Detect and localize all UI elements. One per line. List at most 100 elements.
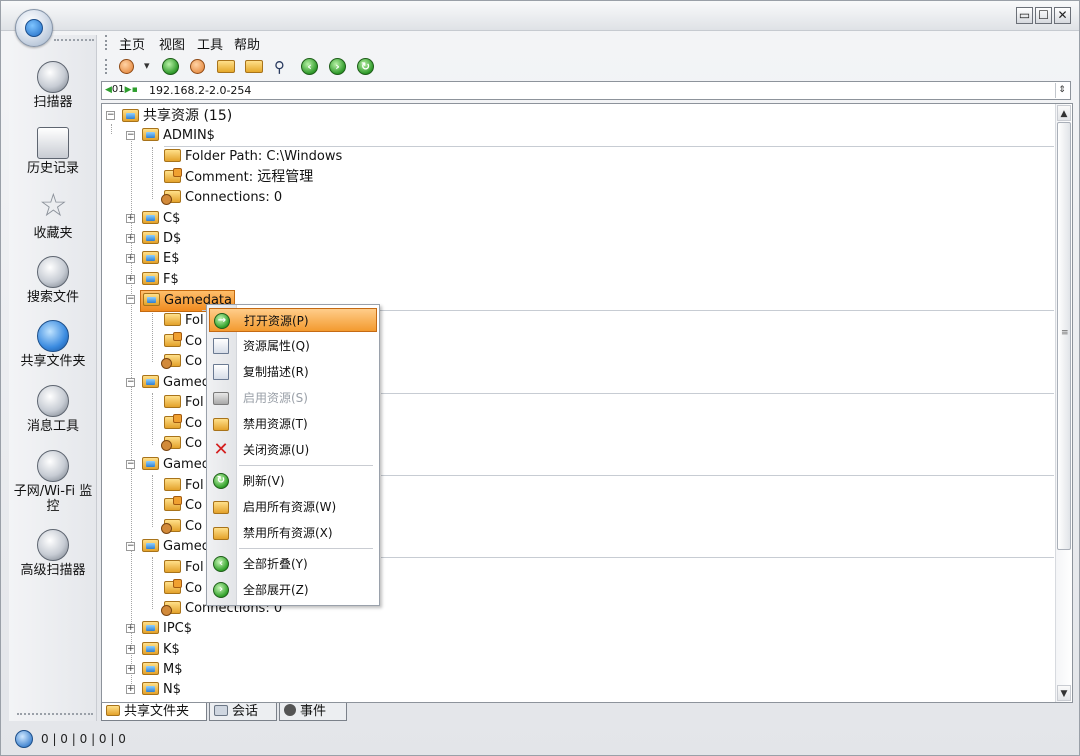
tree-leaf[interactable]: Comment: 远程管理 (164, 167, 313, 187)
expand-toggle[interactable]: + (126, 624, 135, 633)
tree-leaf[interactable]: Co (161, 517, 203, 537)
leaf-text: Co (185, 519, 203, 534)
tree-leaf[interactable]: Fol (164, 393, 204, 413)
sidebar-item-scanner[interactable]: 扫描器 (9, 61, 97, 110)
ctx-close-resource[interactable]: ✕ 关闭资源(U) (209, 438, 377, 462)
menu-home[interactable]: 主页 (119, 34, 145, 53)
address-input[interactable]: 192.168.2-2.0-254 (149, 84, 251, 97)
open-resource-icon: → (214, 313, 230, 329)
tree-leaf[interactable]: Co (164, 579, 202, 599)
address-bar[interactable]: ◀01▶▪ 192.168.2-2.0-254 ⇕ (101, 81, 1071, 100)
maximize-button[interactable]: ☐ (1035, 7, 1052, 24)
menu-help[interactable]: 帮助 (234, 34, 260, 53)
tree-leaf[interactable]: Fol (164, 311, 204, 331)
users-button[interactable] (188, 57, 207, 76)
refresh-icon: ↻ (213, 473, 229, 489)
subnet-monitor-icon (37, 450, 69, 482)
tree-leaf[interactable]: Co (161, 434, 202, 454)
collapse-toggle[interactable]: − (126, 460, 135, 469)
refresh-button[interactable] (161, 57, 180, 76)
expand-toggle[interactable]: + (126, 214, 135, 223)
menubar-grip[interactable] (105, 35, 108, 50)
connections-text: Connections: 0 (185, 190, 283, 205)
collapse-toggle[interactable]: − (126, 378, 135, 387)
scroll-thumb[interactable]: ≡ (1057, 122, 1071, 550)
sidebar-item-message-tool[interactable]: 消息工具 (9, 385, 97, 434)
tree-leaf[interactable]: Connections: 0 (161, 188, 283, 208)
tree-leaf[interactable]: Co (164, 496, 202, 516)
expand-toggle[interactable]: + (126, 645, 135, 654)
collapse-toggle[interactable]: − (126, 131, 135, 140)
open-folder-button[interactable] (216, 57, 235, 76)
title-bar: ▭ ☐ ✕ (1, 1, 1079, 31)
toolbar-grip[interactable] (105, 59, 108, 74)
scan-button[interactable] (117, 57, 136, 76)
sidebar-item-subnet-monitor[interactable]: 子网/Wi-Fi 监控 (9, 450, 97, 514)
scan-dropdown-arrow[interactable]: ▾ (144, 59, 150, 72)
ctx-collapse-all[interactable]: ‹ 全部折叠(Y) (209, 552, 377, 576)
tab-label: 事件 (300, 704, 327, 719)
ctx-item-label: 全部折叠(Y) (243, 557, 308, 571)
tree-root-label: 共享资源 (15) (143, 108, 233, 124)
vertical-scrollbar[interactable]: ▲ ≡ ▼ (1055, 104, 1072, 702)
forward-icon: › (329, 58, 346, 75)
sidebar-item-advanced-scanner[interactable]: 高级扫描器 (9, 529, 97, 578)
expand-toggle[interactable]: + (126, 685, 135, 694)
back-icon: ‹ (301, 58, 318, 75)
scroll-up-button[interactable]: ▲ (1057, 105, 1071, 121)
status-counts: 0 | 0 | 0 | 0 | 0 (41, 732, 126, 746)
close-resource-icon: ✕ (213, 439, 229, 460)
sidebar-item-shared-folders[interactable]: 共享文件夹 (9, 320, 97, 369)
properties-icon (213, 338, 229, 354)
search-button[interactable]: ⚲ (272, 57, 291, 76)
tree-leaf[interactable]: Fol (164, 558, 204, 578)
ctx-item-label: 全部展开(Z) (243, 583, 309, 597)
scan-icon (119, 59, 134, 74)
sidebar-item-favorites[interactable]: 收藏夹 (9, 186, 97, 241)
tab-shared-folders[interactable]: 共享文件夹 (101, 703, 207, 721)
tree-leaf[interactable]: Co (161, 352, 202, 372)
folder-path-icon (164, 149, 181, 162)
share-name: C$ (163, 211, 181, 226)
share-folder-icon (245, 60, 263, 73)
share-folder-button[interactable] (244, 57, 263, 76)
ctx-refresh[interactable]: ↻ 刷新(V) (209, 469, 377, 493)
reload-button[interactable]: ↻ (356, 57, 375, 76)
minimize-button[interactable]: ▭ (1016, 7, 1033, 24)
close-button[interactable]: ✕ (1054, 7, 1071, 24)
ctx-disable-all[interactable]: 禁用所有资源(X) (209, 521, 377, 545)
ctx-copy-description[interactable]: 复制描述(R) (209, 360, 377, 384)
ctx-separator (239, 465, 373, 467)
address-spinner[interactable]: ⇕ (1055, 83, 1068, 98)
tab-events[interactable]: 事件 (279, 703, 347, 721)
collapse-toggle[interactable]: − (106, 111, 115, 120)
expand-toggle[interactable]: + (126, 275, 135, 284)
ctx-resource-properties[interactable]: 资源属性(Q) (209, 334, 377, 358)
tree-leaf[interactable]: Co (164, 332, 202, 352)
tree-leaf[interactable]: Folder Path: C:\Windows (164, 147, 342, 167)
sidebar-item-label: 消息工具 (26, 419, 79, 434)
expand-toggle[interactable]: + (126, 665, 135, 674)
sidebar-item-history[interactable]: 历史记录 (9, 127, 97, 176)
tree-leaf[interactable]: Fol (164, 476, 204, 496)
ctx-item-label: 关闭资源(U) (243, 443, 310, 457)
back-button[interactable]: ‹ (300, 57, 319, 76)
ctx-expand-all[interactable]: › 全部展开(Z) (209, 578, 377, 602)
ctx-enable-all[interactable]: 启用所有资源(W) (209, 495, 377, 519)
collapse-toggle[interactable]: − (126, 542, 135, 551)
scroll-down-button[interactable]: ▼ (1057, 685, 1071, 701)
sidebar-item-search-files[interactable]: 搜索文件 (9, 256, 97, 305)
forward-button[interactable]: › (328, 57, 347, 76)
ctx-disable-resource[interactable]: 禁用资源(T) (209, 412, 377, 436)
app-menu-orb-icon[interactable] (15, 9, 53, 47)
menu-tools[interactable]: 工具 (197, 34, 223, 53)
comment-icon (164, 332, 182, 347)
collapse-toggle[interactable]: − (126, 295, 135, 304)
tab-sessions[interactable]: 会话 (209, 703, 277, 721)
address-indicator-text: 01 (111, 84, 125, 95)
tree-leaf[interactable]: Co (164, 414, 202, 434)
ctx-open-resource[interactable]: → 打开资源(P) (209, 308, 377, 332)
expand-toggle[interactable]: + (126, 254, 135, 263)
expand-toggle[interactable]: + (126, 234, 135, 243)
menu-view[interactable]: 视图 (159, 34, 185, 53)
